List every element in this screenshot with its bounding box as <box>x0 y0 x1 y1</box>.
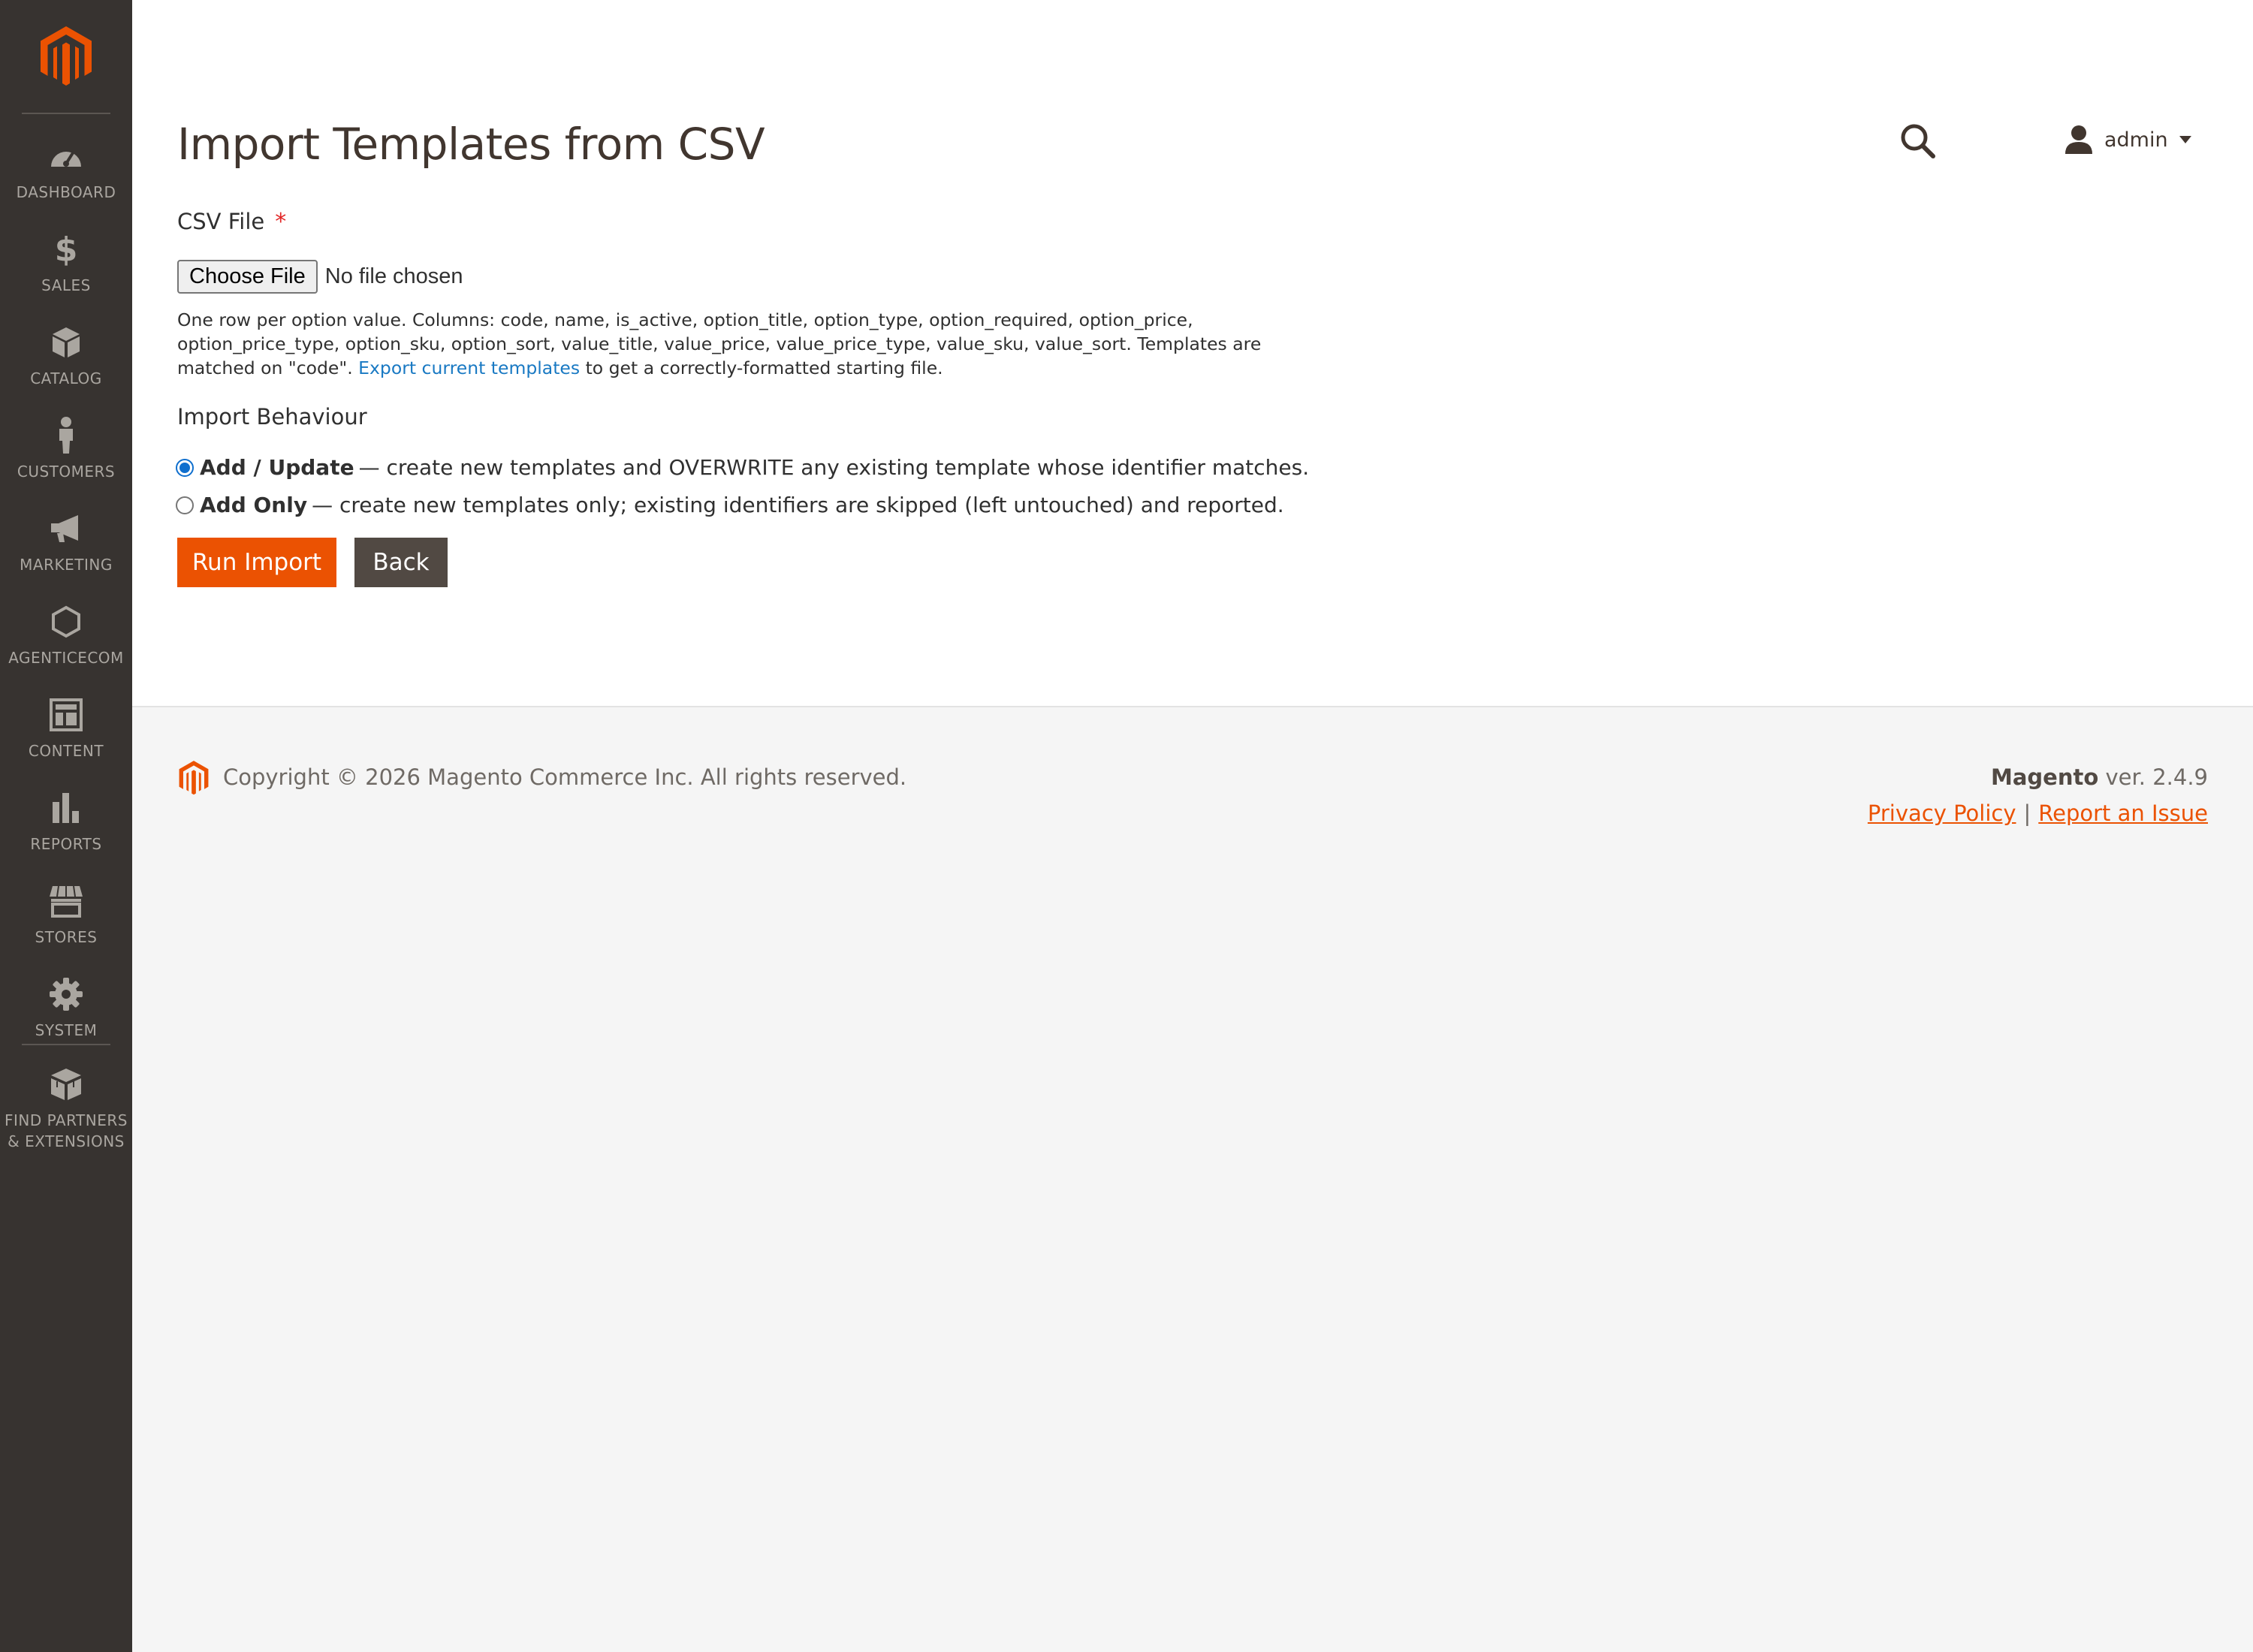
person-icon <box>47 416 86 455</box>
csv-help-text: One row per option value. Columns: code,… <box>177 308 1319 380</box>
sidebar-item-customers[interactable]: CUSTOMERS <box>0 405 132 499</box>
gear-icon <box>47 975 86 1014</box>
csv-file-input: Choose File No file chosen <box>177 260 463 294</box>
sidebar-item-label: SYSTEM <box>35 1021 98 1039</box>
magento-logo-icon <box>41 26 92 86</box>
dashboard-icon <box>47 137 86 176</box>
chevron-down-icon <box>2179 136 2191 143</box>
file-status: No file chosen <box>324 264 463 288</box>
sidebar-item-label: STORES <box>35 928 98 946</box>
sidebar-item-label: SALES <box>41 276 91 294</box>
sidebar-item-label: MARKETING <box>20 556 113 574</box>
sidebar-item-dashboard[interactable]: DASHBOARD <box>0 126 132 219</box>
version-number: ver. 2.4.9 <box>2098 764 2208 790</box>
magento-footer-logo-icon <box>179 761 209 795</box>
sidebar-divider <box>22 1044 110 1045</box>
sidebar-item-label: CATALOG <box>30 369 102 387</box>
radio-add-update[interactable] <box>176 458 194 477</box>
blocks-icon <box>47 1065 86 1104</box>
sidebar-item-label: CUSTOMERS <box>17 463 116 481</box>
radio-add-update-title: Add / Update <box>200 455 354 480</box>
sidebar-item-find-partners[interactable]: FIND PARTNERS & EXTENSIONS <box>0 1054 132 1167</box>
footer-separator: | <box>2023 800 2031 826</box>
sidebar-item-stores[interactable]: STORES <box>0 871 132 964</box>
admin-username: admin <box>2104 128 2168 152</box>
run-import-button[interactable]: Run Import <box>177 538 336 587</box>
version-text: Magento ver. 2.4.9 <box>1991 764 2208 790</box>
radio-add-only[interactable] <box>176 496 194 514</box>
admin-user-menu[interactable]: admin <box>2064 120 2192 159</box>
sidebar-item-label-line: FIND PARTNERS <box>5 1111 128 1129</box>
magento-logo[interactable] <box>0 0 132 113</box>
sidebar-item-label: FIND PARTNERS & EXTENSIONS <box>5 1110 128 1152</box>
import-behaviour-title: Import Behaviour <box>177 404 367 430</box>
choose-file-button[interactable]: Choose File <box>177 260 318 294</box>
radio-add-only-title: Add Only <box>200 493 308 517</box>
privacy-policy-link[interactable]: Privacy Policy <box>1868 800 2016 826</box>
sidebar-item-label: AGENTICECOM <box>8 649 124 667</box>
sidebar-item-label: REPORTS <box>30 835 102 853</box>
store-icon <box>47 882 86 921</box>
radio-add-only-desc: — create new templates only; existing id… <box>312 493 1284 517</box>
sidebar-item-label: DASHBOARD <box>16 183 116 201</box>
radio-add-update-row[interactable]: Add / Update — create new templates and … <box>176 455 1309 480</box>
sidebar-item-sales[interactable]: $ SALES <box>0 219 132 312</box>
bar-chart-icon <box>47 788 86 828</box>
dollar-icon: $ <box>54 230 78 269</box>
megaphone-icon <box>47 509 86 548</box>
report-issue-link[interactable]: Report an Issue <box>2038 800 2208 826</box>
sidebar-item-reports[interactable]: REPORTS <box>0 778 132 871</box>
user-icon <box>2065 125 2092 154</box>
sidebar-item-content[interactable]: CONTENT <box>0 685 132 778</box>
admin-sidebar: DASHBOARD $ SALES CATALOG CUSTOMERS MARK… <box>0 0 132 1652</box>
search-icon <box>1901 124 1935 158</box>
sidebar-divider <box>22 113 110 114</box>
radio-add-only-row[interactable]: Add Only — create new templates only; ex… <box>176 493 1284 517</box>
sidebar-item-label-line: & EXTENSIONS <box>8 1132 125 1150</box>
search-button[interactable] <box>1899 122 1938 161</box>
export-templates-link[interactable]: Export current templates <box>358 357 580 378</box>
csv-file-label: CSV File * <box>177 209 286 235</box>
version-brand: Magento <box>1990 764 2099 790</box>
back-button[interactable]: Back <box>354 538 448 587</box>
hexagon-icon <box>47 602 86 641</box>
page-title: Import Templates from CSV <box>177 119 765 170</box>
layout-icon <box>47 695 86 734</box>
sidebar-item-marketing[interactable]: MARKETING <box>0 499 132 592</box>
radio-add-update-desc: — create new templates and OVERWRITE any… <box>358 455 1310 480</box>
sidebar-item-agenticecom[interactable]: AGENTICECOM <box>0 592 132 685</box>
copyright-text: Copyright © 2026 Magento Commerce Inc. A… <box>223 764 907 790</box>
box-icon <box>47 323 86 362</box>
sidebar-item-label: CONTENT <box>28 742 104 760</box>
required-mark: * <box>275 209 287 235</box>
help-text-outro: to get a correctly-formatted starting fi… <box>580 357 943 378</box>
sidebar-item-catalog[interactable]: CATALOG <box>0 312 132 405</box>
csv-file-label-text: CSV File <box>177 209 265 234</box>
footer-links: Privacy Policy | Report an Issue <box>1868 800 2208 826</box>
